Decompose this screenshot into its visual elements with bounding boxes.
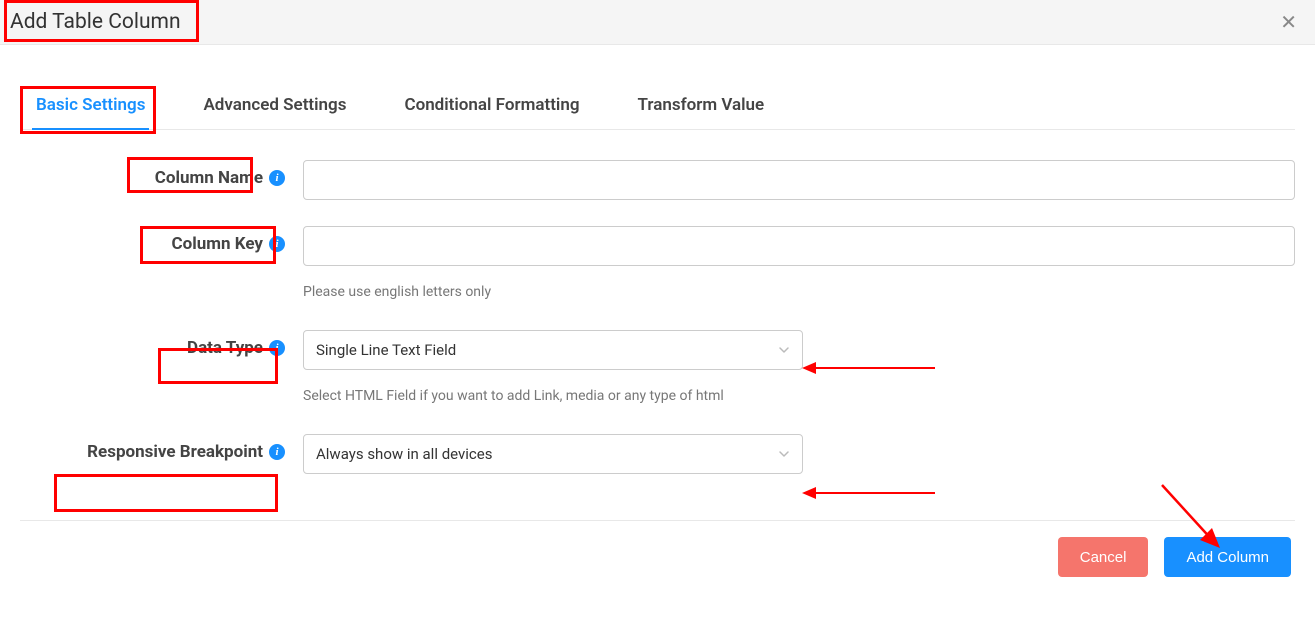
info-icon[interactable]: i — [269, 236, 285, 252]
label-data-type: Data Type i — [20, 330, 285, 358]
info-icon[interactable]: i — [269, 170, 285, 186]
help-data-type: Select HTML Field if you want to add Lin… — [303, 388, 1295, 404]
label-text-column-key: Column Key — [172, 234, 263, 254]
info-icon[interactable]: i — [269, 340, 285, 356]
column-key-input[interactable] — [303, 226, 1295, 266]
label-text-data-type: Data Type — [187, 338, 263, 358]
tab-transform-value[interactable]: Transform Value — [634, 85, 769, 129]
form-body: Column Name i Column Key i Please use en… — [20, 130, 1295, 504]
chevron-down-icon — [778, 448, 790, 460]
tabs-bar: Basic Settings Advanced Settings Conditi… — [20, 85, 1295, 130]
label-text-responsive-breakpoint: Responsive Breakpoint — [87, 442, 263, 462]
tab-advanced-settings[interactable]: Advanced Settings — [199, 85, 350, 129]
responsive-select[interactable]: Always show in all devices — [303, 434, 803, 474]
dialog-footer: Cancel Add Column — [0, 521, 1315, 593]
row-column-name: Column Name i — [20, 160, 1295, 200]
row-column-key: Column Key i Please use english letters … — [20, 226, 1295, 300]
row-responsive-breakpoint: Responsive Breakpoint i Always show in a… — [20, 434, 1295, 474]
tab-basic-settings[interactable]: Basic Settings — [32, 85, 149, 129]
label-text-column-name: Column Name — [155, 168, 263, 188]
column-name-input[interactable] — [303, 160, 1295, 200]
label-column-key: Column Key i — [20, 226, 285, 254]
cancel-button[interactable]: Cancel — [1058, 537, 1149, 577]
help-column-key: Please use english letters only — [303, 284, 1295, 300]
label-column-name: Column Name i — [20, 160, 285, 188]
data-type-select[interactable]: Single Line Text Field — [303, 330, 803, 370]
responsive-value: Always show in all devices — [316, 445, 492, 463]
dialog-content: Basic Settings Advanced Settings Conditi… — [0, 45, 1315, 504]
close-icon[interactable]: ✕ — [1280, 10, 1297, 34]
add-column-button[interactable]: Add Column — [1164, 537, 1291, 577]
dialog-header: Add Table Column ✕ — [0, 0, 1315, 45]
tab-conditional-formatting[interactable]: Conditional Formatting — [400, 85, 583, 129]
info-icon[interactable]: i — [269, 444, 285, 460]
label-responsive-breakpoint: Responsive Breakpoint i — [20, 434, 285, 462]
chevron-down-icon — [778, 344, 790, 356]
data-type-value: Single Line Text Field — [316, 341, 456, 359]
row-data-type: Data Type i Single Line Text Field Selec… — [20, 330, 1295, 404]
dialog-title: Add Table Column — [10, 10, 181, 34]
